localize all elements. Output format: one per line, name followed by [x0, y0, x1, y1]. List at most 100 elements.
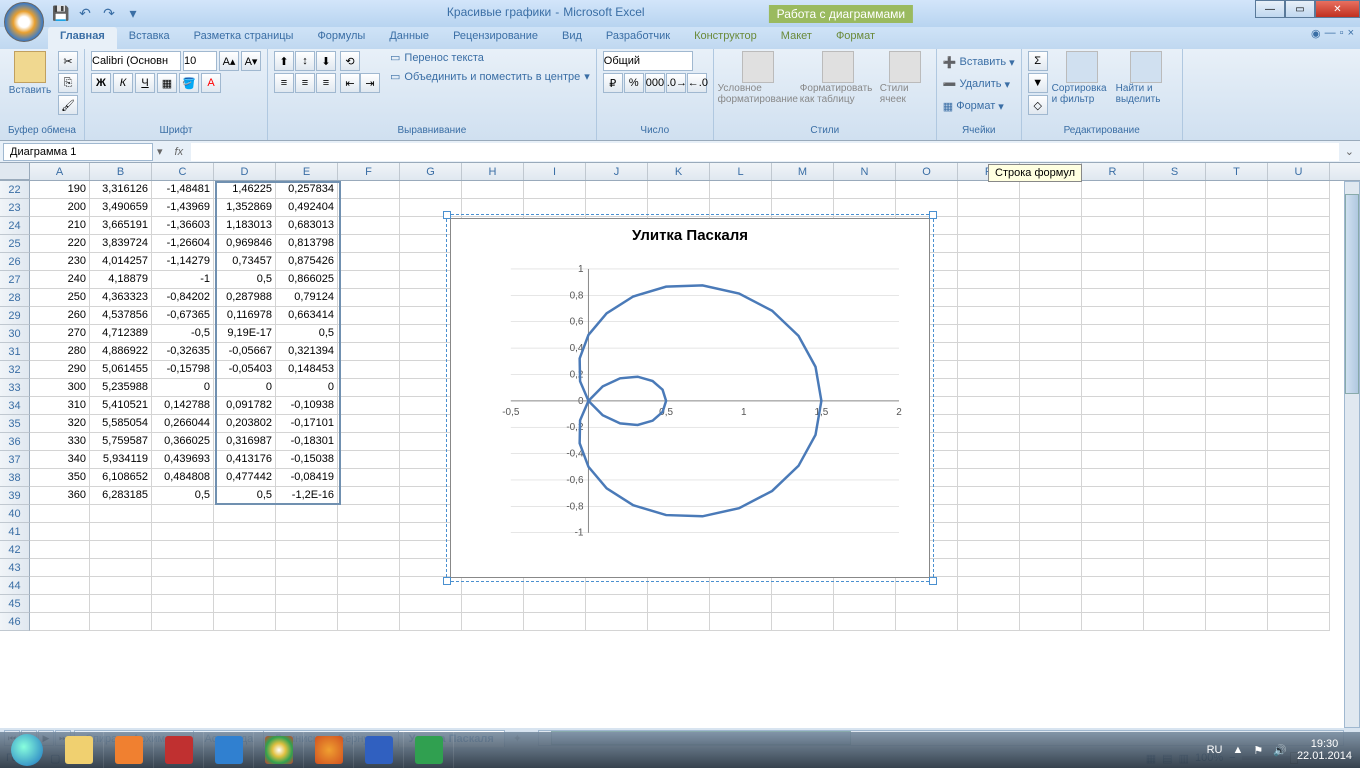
chart-object[interactable]: Улитка Паскаля -1-0,8-0,6-0,4-0,200,20,4…: [450, 218, 930, 578]
cell[interactable]: [400, 181, 462, 199]
doc-minimize-icon[interactable]: —: [1325, 27, 1336, 40]
cell[interactable]: [958, 595, 1020, 613]
cell[interactable]: 5,410521: [90, 397, 152, 415]
cell[interactable]: 0,5: [214, 487, 276, 505]
cell[interactable]: [772, 595, 834, 613]
task-ie[interactable]: [204, 732, 254, 768]
cell[interactable]: [958, 217, 1020, 235]
currency-icon[interactable]: ₽: [603, 73, 623, 93]
cell[interactable]: -0,18301: [276, 433, 338, 451]
cell[interactable]: -0,67365: [152, 307, 214, 325]
cell[interactable]: [400, 613, 462, 631]
font-size-select[interactable]: [183, 51, 217, 71]
cell[interactable]: [1082, 415, 1144, 433]
cell[interactable]: [338, 253, 400, 271]
cell[interactable]: [1082, 469, 1144, 487]
cell[interactable]: [1268, 199, 1330, 217]
column-header[interactable]: A: [30, 163, 90, 180]
cell[interactable]: [958, 559, 1020, 577]
row-header[interactable]: 38: [0, 469, 30, 487]
cell[interactable]: [1144, 217, 1206, 235]
cell[interactable]: [90, 559, 152, 577]
cell[interactable]: [958, 181, 1020, 199]
cell[interactable]: [338, 307, 400, 325]
cell[interactable]: [1144, 613, 1206, 631]
cell[interactable]: [524, 181, 586, 199]
save-icon[interactable]: 💾: [50, 3, 72, 25]
cell[interactable]: [1144, 253, 1206, 271]
cell[interactable]: [1020, 523, 1082, 541]
resize-handle[interactable]: [443, 577, 451, 585]
column-header[interactable]: I: [524, 163, 586, 180]
cell[interactable]: [1268, 595, 1330, 613]
ribbon-tab-Вид[interactable]: Вид: [550, 27, 594, 49]
column-header[interactable]: C: [152, 163, 214, 180]
cell[interactable]: 5,759587: [90, 433, 152, 451]
cell[interactable]: [1268, 289, 1330, 307]
cell[interactable]: [896, 595, 958, 613]
cell[interactable]: [1268, 217, 1330, 235]
column-header[interactable]: H: [462, 163, 524, 180]
cell[interactable]: [214, 505, 276, 523]
cell[interactable]: [958, 397, 1020, 415]
cell[interactable]: [958, 541, 1020, 559]
cell[interactable]: -0,17101: [276, 415, 338, 433]
cell[interactable]: [958, 325, 1020, 343]
cell[interactable]: [462, 595, 524, 613]
cell[interactable]: 0,5: [276, 325, 338, 343]
cell[interactable]: [1268, 559, 1330, 577]
cell[interactable]: [648, 595, 710, 613]
cell[interactable]: [30, 613, 90, 631]
cell[interactable]: [1020, 469, 1082, 487]
align-left-icon[interactable]: ≡: [274, 73, 294, 93]
cell[interactable]: -0,05667: [214, 343, 276, 361]
row-header[interactable]: 39: [0, 487, 30, 505]
cell[interactable]: [710, 613, 772, 631]
cut-icon[interactable]: ✂: [58, 51, 78, 71]
cell[interactable]: [152, 577, 214, 595]
cell[interactable]: 0,316987: [214, 433, 276, 451]
cell[interactable]: 200: [30, 199, 90, 217]
cell[interactable]: 0,439693: [152, 451, 214, 469]
cell[interactable]: [1206, 505, 1268, 523]
cell[interactable]: [586, 595, 648, 613]
cell[interactable]: 340: [30, 451, 90, 469]
cell[interactable]: 5,235988: [90, 379, 152, 397]
cell[interactable]: -1,43969: [152, 199, 214, 217]
format-as-table-button[interactable]: Форматировать как таблицу: [800, 51, 876, 105]
cell[interactable]: [30, 541, 90, 559]
cell[interactable]: [1144, 289, 1206, 307]
row-header[interactable]: 31: [0, 343, 30, 361]
row-header[interactable]: 24: [0, 217, 30, 235]
cell[interactable]: [1082, 271, 1144, 289]
formula-input[interactable]: [191, 143, 1339, 161]
cell[interactable]: [214, 559, 276, 577]
cell[interactable]: [1206, 613, 1268, 631]
row-header[interactable]: 36: [0, 433, 30, 451]
column-header[interactable]: E: [276, 163, 338, 180]
row-header[interactable]: 29: [0, 307, 30, 325]
cell[interactable]: 0,321394: [276, 343, 338, 361]
row-header[interactable]: 23: [0, 199, 30, 217]
cell[interactable]: 1,352869: [214, 199, 276, 217]
cell[interactable]: [1020, 235, 1082, 253]
cell[interactable]: [338, 433, 400, 451]
cell[interactable]: 5,585054: [90, 415, 152, 433]
cell[interactable]: [958, 343, 1020, 361]
row-header[interactable]: 34: [0, 397, 30, 415]
cell[interactable]: [338, 199, 400, 217]
scrollbar-thumb[interactable]: [1345, 194, 1359, 394]
grow-font-icon[interactable]: A▴: [219, 51, 239, 71]
cell[interactable]: [958, 235, 1020, 253]
cell[interactable]: [586, 613, 648, 631]
column-header[interactable]: D: [214, 163, 276, 180]
select-all-corner[interactable]: [0, 163, 30, 180]
cell[interactable]: [214, 595, 276, 613]
underline-button[interactable]: Ч: [135, 73, 155, 93]
cell[interactable]: [338, 613, 400, 631]
row-header[interactable]: 22: [0, 181, 30, 199]
cell[interactable]: [1268, 181, 1330, 199]
cell[interactable]: [1020, 361, 1082, 379]
row-header[interactable]: 25: [0, 235, 30, 253]
column-header[interactable]: N: [834, 163, 896, 180]
